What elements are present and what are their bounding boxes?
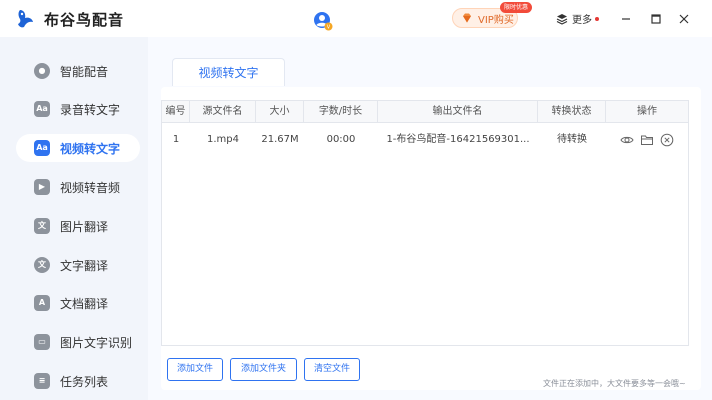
sidebar-item-label: 任务列表 xyxy=(60,374,109,389)
app-title: 布谷鸟配音 xyxy=(44,11,125,29)
sidebar-item-label: 文档翻译 xyxy=(60,296,109,311)
maximize-icon[interactable] xyxy=(650,13,662,25)
column-header: 源文件名 xyxy=(190,101,256,123)
cell-number: 1 xyxy=(172,134,180,145)
user-avatar-icon[interactable]: V xyxy=(313,11,333,31)
task-list-icon: ≡ xyxy=(34,373,50,389)
cell-source-file: 1.mp4 xyxy=(207,134,239,145)
table-header: 编号 源文件名 大小 字数/时长 输出文件名 转换状态 操作 xyxy=(162,101,688,123)
diamond-icon xyxy=(463,13,471,23)
image-translate-icon: 文 xyxy=(34,218,50,234)
more-menu-button[interactable]: 更多 xyxy=(556,11,599,26)
column-header: 大小 xyxy=(256,101,304,123)
status-message: 文件正在添加中，大文件要多等一会哦~ xyxy=(543,379,686,388)
table-row[interactable]: 1 1.mp4 21.67M 00:00 1-布谷鸟配音-16421569301… xyxy=(162,123,688,157)
smart-dubbing-icon: ● xyxy=(34,63,50,79)
cell-status: 待转换 xyxy=(557,134,587,145)
sidebar-item-video-to-audio[interactable]: ▶ 视频转音频 xyxy=(16,173,140,201)
svg-text:V: V xyxy=(327,25,331,31)
sidebar-item-label: 文字翻译 xyxy=(60,258,109,273)
sidebar: ● 智能配音 Aa 录音转文字 Aa 视频转文字 ▶ 视频转音频 文 图片翻译 … xyxy=(0,37,148,400)
sidebar-item-label: 视频转音频 xyxy=(60,180,121,195)
sidebar-item-document-translate[interactable]: A 文档翻译 xyxy=(16,289,140,317)
layers-icon xyxy=(556,13,568,25)
row-actions xyxy=(606,123,688,157)
image-ocr-icon: ▭ xyxy=(34,334,50,350)
audio-to-text-icon: Aa xyxy=(34,101,50,117)
add-file-button[interactable]: 添加文件 xyxy=(167,358,223,381)
clear-files-button[interactable]: 清空文件 xyxy=(304,358,360,381)
minimize-icon[interactable] xyxy=(620,13,632,25)
cell-output-file: 1-布谷鸟配音-16421569301... xyxy=(386,134,530,145)
text-translate-icon: 文 xyxy=(34,257,50,273)
sidebar-item-label: 智能配音 xyxy=(60,64,109,79)
sidebar-item-label: 图片文字识别 xyxy=(60,335,133,350)
video-to-audio-icon: ▶ xyxy=(34,179,50,195)
file-table: 编号 源文件名 大小 字数/时长 输出文件名 转换状态 操作 1 1.mp4 2… xyxy=(161,100,689,346)
delete-circle-icon[interactable] xyxy=(660,133,674,147)
bird-logo-icon xyxy=(18,10,33,28)
sidebar-item-label: 图片翻译 xyxy=(60,219,109,234)
cell-duration: 00:00 xyxy=(326,134,356,145)
sidebar-item-smart-dubbing[interactable]: ● 智能配音 xyxy=(16,57,140,85)
column-header: 操作 xyxy=(637,106,657,117)
title-bar: 布谷鸟配音 V VIP购买 限时优惠 更多 xyxy=(0,0,712,37)
vip-promo-badge: 限时优惠 xyxy=(500,2,533,13)
sidebar-item-video-to-text[interactable]: Aa 视频转文字 xyxy=(16,134,140,162)
sidebar-item-image-translate[interactable]: 文 图片翻译 xyxy=(16,212,140,240)
column-header: 输出文件名 xyxy=(378,101,538,123)
sidebar-item-label: 录音转文字 xyxy=(60,102,121,117)
cell-size: 21.67M xyxy=(261,134,299,145)
column-header: 转换状态 xyxy=(538,101,606,123)
close-icon[interactable] xyxy=(678,13,690,25)
eye-icon[interactable] xyxy=(620,133,634,147)
sidebar-item-task-list[interactable]: ≡ 任务列表 xyxy=(16,367,140,395)
folder-icon[interactable] xyxy=(640,133,654,147)
column-header: 字数/时长 xyxy=(304,101,378,123)
video-to-text-icon: Aa xyxy=(34,140,50,156)
column-header: 编号 xyxy=(162,101,190,123)
sidebar-item-audio-to-text[interactable]: Aa 录音转文字 xyxy=(16,95,140,123)
sidebar-item-image-ocr[interactable]: ▭ 图片文字识别 xyxy=(16,328,140,356)
notification-dot xyxy=(595,16,599,21)
document-translate-icon: A xyxy=(34,295,50,311)
sidebar-item-label: 视频转文字 xyxy=(60,141,121,156)
add-folder-button[interactable]: 添加文件夹 xyxy=(230,358,297,381)
tab-video-to-text[interactable]: 视频转文字 xyxy=(172,58,285,86)
more-label: 更多 xyxy=(572,15,592,26)
sidebar-item-text-translate[interactable]: 文 文字翻译 xyxy=(16,251,140,279)
